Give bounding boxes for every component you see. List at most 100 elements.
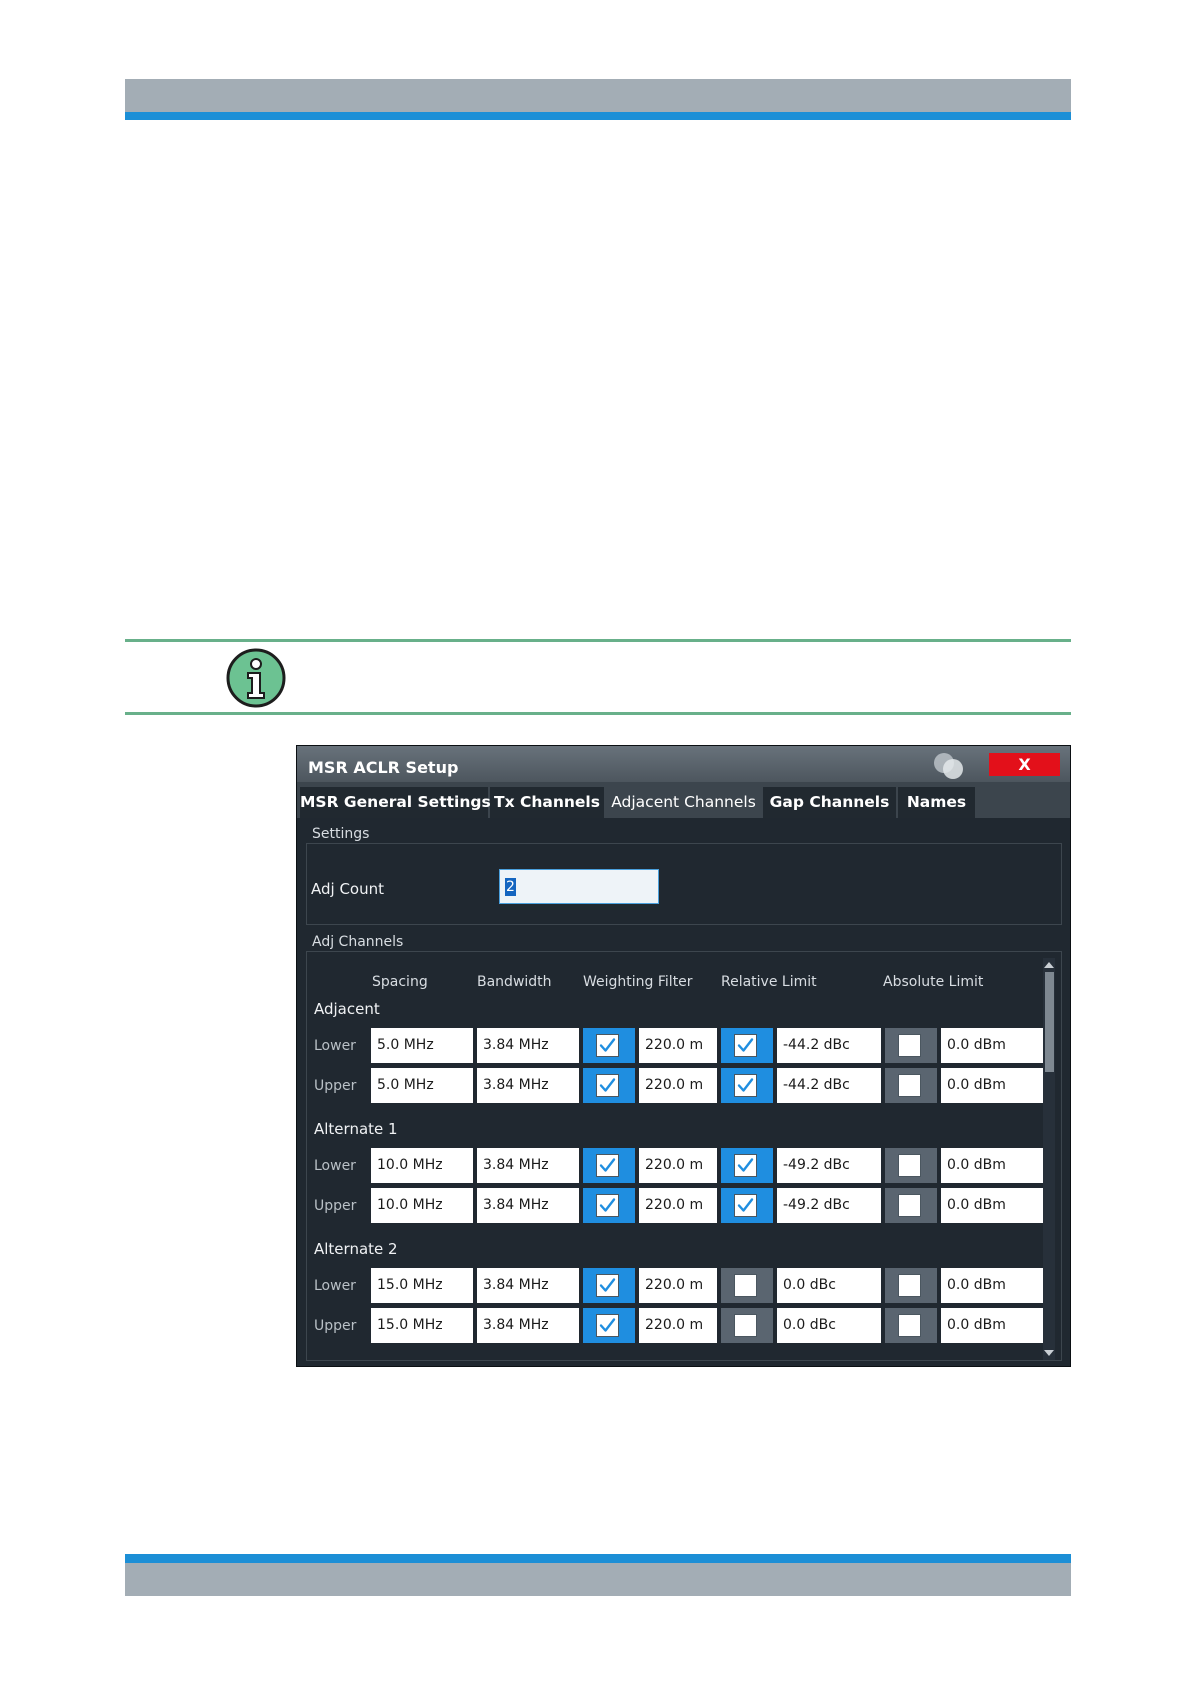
scroll-up-arrow-icon[interactable] [1044,962,1054,968]
relative-limit-field[interactable]: -49.2 dBc [777,1148,881,1183]
page-header-accent [125,112,1071,120]
tab-gap-channels[interactable]: Gap Channels [763,787,896,818]
group-label: Alternate 2 [314,1240,398,1258]
weighting-filter-field[interactable]: 220.0 m [639,1028,717,1063]
page-header-bar [125,79,1071,112]
adj-count-label: Adj Count [311,880,385,898]
spacing-field[interactable]: 5.0 MHz [371,1028,473,1063]
absolute-limit-field[interactable]: 0.0 dBm [941,1308,1043,1343]
checkmark-icon [737,1158,754,1172]
relative-limit-checkbox[interactable] [734,1154,757,1177]
relative-limit-checkbox-cell [721,1068,773,1103]
group-label: Alternate 1 [314,1120,398,1138]
absolute-limit-checkbox-cell [885,1268,937,1303]
relative-limit-checkbox-cell [721,1028,773,1063]
absolute-limit-field[interactable]: 0.0 dBm [941,1188,1043,1223]
absolute-limit-checkbox[interactable] [898,1034,921,1057]
close-button[interactable]: X [989,753,1060,776]
settings-section-label: Settings [312,826,370,842]
absolute-limit-checkbox[interactable] [898,1314,921,1337]
absolute-limit-checkbox[interactable] [898,1274,921,1297]
weighting-filter-field[interactable]: 220.0 m [639,1068,717,1103]
scroll-down-arrow-icon[interactable] [1044,1350,1054,1356]
relative-limit-field[interactable]: -44.2 dBc [777,1068,881,1103]
relative-limit-checkbox-cell [721,1148,773,1183]
checkmark-icon [599,1158,616,1172]
tab-adjacent-channels[interactable]: Adjacent Channels [606,787,761,818]
absolute-limit-checkbox-cell [885,1148,937,1183]
relative-limit-field[interactable]: 0.0 dBc [777,1308,881,1343]
bandwidth-field[interactable]: 3.84 MHz [477,1268,579,1303]
relative-limit-checkbox[interactable] [734,1034,757,1057]
relative-limit-checkbox-cell [721,1188,773,1223]
relative-limit-checkbox[interactable] [734,1074,757,1097]
bandwidth-field[interactable]: 3.84 MHz [477,1148,579,1183]
absolute-limit-field[interactable]: 0.0 dBm [941,1028,1043,1063]
note-top-rule [125,639,1071,642]
row-label: Upper [314,1318,357,1334]
weighting-filter-checkbox-cell [583,1308,635,1343]
scrollbar-thumb[interactable] [1045,972,1054,1072]
checkmark-icon [737,1078,754,1092]
absolute-limit-checkbox[interactable] [898,1194,921,1217]
weighting-filter-field[interactable]: 220.0 m [639,1268,717,1303]
bandwidth-field[interactable]: 3.84 MHz [477,1028,579,1063]
note-bottom-rule [125,712,1071,715]
tab-tx-channels[interactable]: Tx Channels [490,787,604,818]
settings-panel [306,843,1062,925]
absolute-limit-field[interactable]: 0.0 dBm [941,1148,1043,1183]
row-label: Lower [314,1038,356,1054]
relative-limit-checkbox[interactable] [734,1194,757,1217]
weighting-filter-field[interactable]: 220.0 m [639,1188,717,1223]
absolute-limit-checkbox[interactable] [898,1154,921,1177]
absolute-limit-checkbox-cell [885,1188,937,1223]
row-label: Lower [314,1278,356,1294]
dialog-title: MSR ACLR Setup [308,758,459,777]
absolute-limit-checkbox-cell [885,1308,937,1343]
relative-limit-field[interactable]: -49.2 dBc [777,1188,881,1223]
column-header-weighting-filter: Weighting Filter [583,974,693,990]
absolute-limit-field[interactable]: 0.0 dBm [941,1268,1043,1303]
relative-limit-field[interactable]: 0.0 dBc [777,1268,881,1303]
row-label: Lower [314,1158,356,1174]
checkmark-icon [599,1198,616,1212]
weighting-filter-checkbox[interactable] [596,1194,619,1217]
adj-count-input[interactable]: 2 [499,869,659,904]
relative-limit-checkbox[interactable] [734,1314,757,1337]
bandwidth-field[interactable]: 3.84 MHz [477,1188,579,1223]
weighting-filter-checkbox-cell [583,1148,635,1183]
relative-limit-checkbox[interactable] [734,1274,757,1297]
spacing-field[interactable]: 5.0 MHz [371,1068,473,1103]
weighting-filter-field[interactable]: 220.0 m [639,1148,717,1183]
absolute-limit-checkbox[interactable] [898,1074,921,1097]
weighting-filter-checkbox[interactable] [596,1314,619,1337]
page-footer-bar [125,1563,1071,1596]
tab-msr-general-settings[interactable]: MSR General Settings [300,787,491,818]
weighting-filter-checkbox-cell [583,1028,635,1063]
bandwidth-field[interactable]: 3.84 MHz [477,1068,579,1103]
column-header-relative-limit: Relative Limit [721,974,817,990]
absolute-limit-field[interactable]: 0.0 dBm [941,1068,1043,1103]
weighting-filter-checkbox-cell [583,1268,635,1303]
weighting-filter-checkbox[interactable] [596,1074,619,1097]
spacing-field[interactable]: 10.0 MHz [371,1148,473,1183]
weighting-filter-checkbox[interactable] [596,1154,619,1177]
checkmark-icon [599,1318,616,1332]
msr-aclr-setup-dialog: MSR ACLR Setup X MSR General Settings Tx… [296,745,1071,1367]
adj-count-value: 2 [505,878,516,896]
weighting-filter-checkbox-cell [583,1068,635,1103]
spacing-field[interactable]: 15.0 MHz [371,1308,473,1343]
spacing-field[interactable]: 15.0 MHz [371,1268,473,1303]
weighting-filter-checkbox[interactable] [596,1274,619,1297]
weighting-filter-checkbox-cell [583,1188,635,1223]
tab-names[interactable]: Names [898,787,975,818]
bandwidth-field[interactable]: 3.84 MHz [477,1308,579,1343]
info-icon [226,648,286,708]
checkmark-icon [599,1278,616,1292]
weighting-filter-field[interactable]: 220.0 m [639,1308,717,1343]
dialog-titlebar[interactable]: MSR ACLR Setup X [297,746,1070,782]
window-circles-icon[interactable] [931,751,967,781]
weighting-filter-checkbox[interactable] [596,1034,619,1057]
relative-limit-field[interactable]: -44.2 dBc [777,1028,881,1063]
spacing-field[interactable]: 10.0 MHz [371,1188,473,1223]
